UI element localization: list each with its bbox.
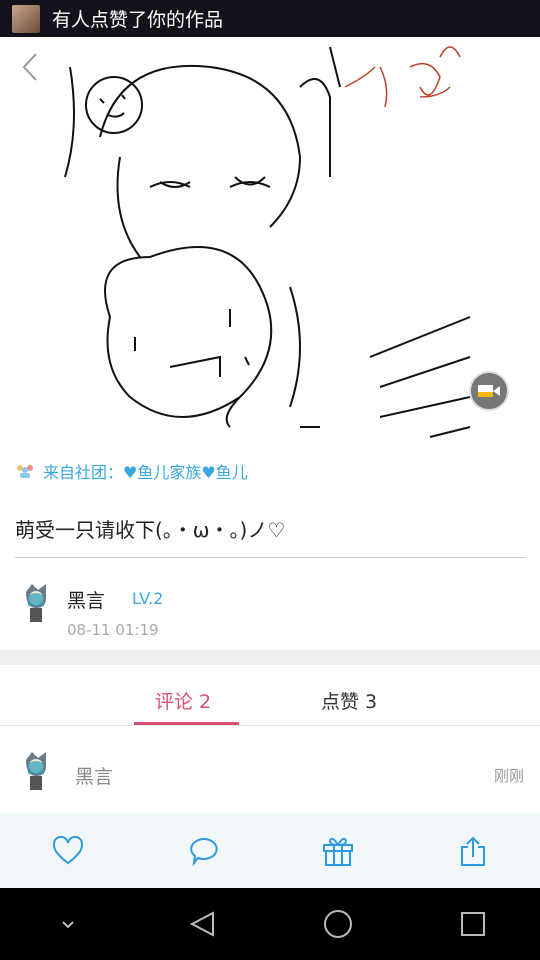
author-avatar[interactable] <box>18 582 54 626</box>
comment-time: 刚刚 <box>493 767 524 785</box>
author-level: LV.2 <box>132 589 164 608</box>
triangle-back-icon <box>189 911 214 937</box>
commenter-name[interactable]: 黑言 <box>75 762 113 789</box>
commenter-avatar[interactable] <box>18 750 54 794</box>
chevron-left-icon <box>22 53 37 81</box>
tab-comments[interactable]: 评论 2 <box>155 687 211 714</box>
section-gap <box>0 650 540 665</box>
club-link[interactable]: 来自社团： ♥鱼儿家族♥鱼儿 <box>15 459 248 483</box>
share-icon <box>460 836 485 866</box>
home-button[interactable] <box>308 894 368 954</box>
recents-button[interactable] <box>443 894 503 954</box>
post-caption: 萌受一只请收下(。・ω・。)ノ♡ <box>15 518 286 542</box>
author-name[interactable]: 黑言 <box>67 586 105 613</box>
share-button[interactable] <box>405 813 540 888</box>
gift-icon <box>322 837 353 866</box>
chevron-down-icon <box>61 921 74 929</box>
hide-keyboard-button[interactable] <box>38 894 98 954</box>
system-nav-bar <box>0 888 540 960</box>
comment-button[interactable] <box>135 813 270 888</box>
heart-icon <box>52 835 83 864</box>
group-icon <box>17 465 33 478</box>
divider <box>15 557 525 558</box>
like-button[interactable] <box>0 813 135 888</box>
gift-button[interactable] <box>270 813 405 888</box>
video-button[interactable] <box>469 371 509 411</box>
video-camera-icon <box>478 385 500 397</box>
circle-home-icon <box>323 910 352 938</box>
active-tab-indicator <box>134 722 239 725</box>
notification-avatar <box>12 4 40 33</box>
post-date: 08-11 01:19 <box>67 621 159 639</box>
artwork-image[interactable] <box>0 37 540 447</box>
action-bar <box>0 813 540 888</box>
notification-bar[interactable]: 有人点赞了你的作品 <box>0 0 540 37</box>
back-nav-button[interactable] <box>173 894 233 954</box>
notification-title: 有人点赞了你的作品 <box>52 9 224 31</box>
tab-likes[interactable]: 点赞 3 <box>321 687 377 714</box>
back-button[interactable] <box>16 50 46 84</box>
club-name[interactable]: ♥鱼儿家族♥鱼儿 <box>123 459 248 483</box>
speech-bubble-icon <box>189 837 218 866</box>
club-prefix: 来自社团： <box>43 463 124 482</box>
tabs: 评论 2 点赞 3 <box>0 665 540 726</box>
square-recents-icon <box>460 912 485 936</box>
